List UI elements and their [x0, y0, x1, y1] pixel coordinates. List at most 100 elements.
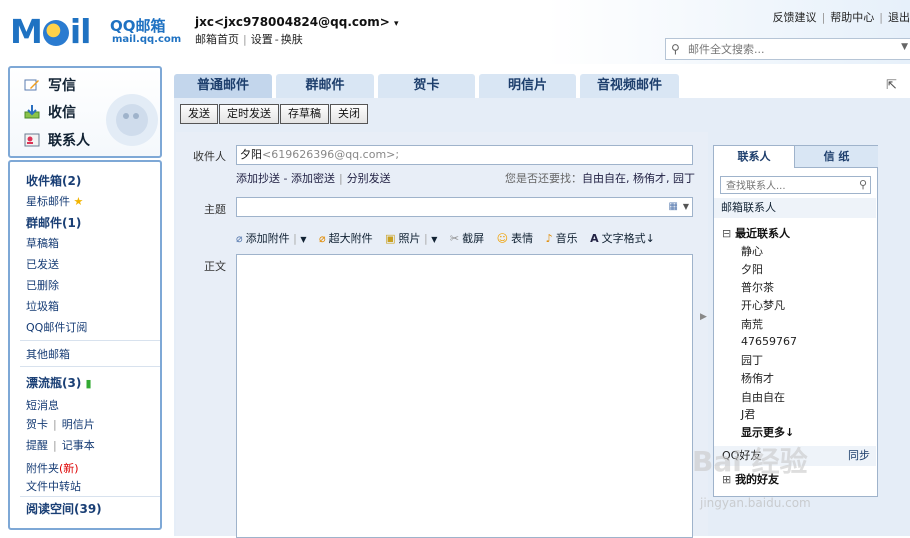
link-postcard[interactable]: 明信片: [62, 418, 95, 431]
quick-actions-panel: 写信 收信 联系人: [8, 66, 162, 158]
recipient-field[interactable]: 夕阳<619626396@qq.com>;: [236, 145, 693, 165]
chevron-down-icon[interactable]: ▼: [683, 202, 689, 211]
photo-button[interactable]: ▣ 照片 | ▼: [385, 232, 437, 245]
folder-inbox[interactable]: 收件箱(2): [26, 172, 81, 189]
tab-stationery[interactable]: 信 纸: [794, 146, 878, 168]
folder-other[interactable]: 其他邮箱: [26, 346, 70, 362]
add-cc-link[interactable]: 添加抄送: [236, 172, 280, 185]
mail-search-input[interactable]: [686, 39, 902, 59]
contact-item[interactable]: 杨侑才: [741, 370, 774, 386]
contact-item[interactable]: 自由自在: [741, 389, 785, 405]
tab-postcard[interactable]: 明信片: [479, 74, 576, 98]
body-editor[interactable]: [236, 254, 693, 538]
baidu-watermark-url: jingyan.baidu.com: [700, 496, 811, 510]
arrow-down-icon: ↓: [785, 426, 795, 439]
contact-item[interactable]: 夕阳: [741, 261, 763, 277]
tab-group-mail[interactable]: 群邮件: [276, 74, 374, 98]
recipient-options: 添加抄送 - 添加密送 | 分别发送: [236, 172, 391, 185]
link-settings[interactable]: 设置: [251, 33, 273, 46]
send-button[interactable]: 发送: [180, 104, 218, 124]
tab-card[interactable]: 贺卡: [378, 74, 475, 98]
photo-icon: ▣: [385, 232, 396, 245]
music-label: 音乐: [555, 232, 578, 245]
logo-title: QQ邮箱: [110, 17, 166, 35]
folder-starred[interactable]: 星标邮件 ★: [26, 193, 83, 209]
recipient-suggest: 您是否还要找：自由自在, 杨侑才, 园丁: [505, 170, 695, 186]
link-mail-home[interactable]: 邮箱首页: [195, 33, 239, 46]
write-mail-button[interactable]: 写信: [24, 75, 76, 95]
suggest-names[interactable]: 自由自在, 杨侑才, 园丁: [582, 172, 695, 185]
show-more-link[interactable]: 显示更多↓: [741, 424, 794, 440]
contacts-button[interactable]: 联系人: [24, 130, 90, 150]
qq-mail-logo[interactable]: Mil: [10, 12, 108, 51]
receive-mail-button[interactable]: 收信: [24, 102, 76, 122]
tab-av-mail[interactable]: 音视频邮件: [580, 74, 679, 98]
link-help[interactable]: 帮助中心: [830, 11, 874, 24]
folder-subscribe[interactable]: QQ邮件订阅: [26, 319, 87, 335]
contact-item[interactable]: J君: [741, 406, 755, 422]
link-card[interactable]: 贺卡: [26, 418, 48, 431]
photo-label: 照片: [398, 232, 421, 245]
folder-attach[interactable]: 附件夹(新): [26, 460, 79, 476]
qq-penguin-decoration: [102, 86, 158, 150]
text-format-button[interactable]: A 文字格式↓: [590, 232, 655, 245]
close-button[interactable]: 关闭: [330, 104, 368, 124]
subject-input[interactable]: ▦ ▼: [236, 197, 693, 217]
contact-search-input[interactable]: [724, 177, 858, 195]
folder-reading[interactable]: 阅读空间(39): [26, 500, 102, 517]
separate-send-link[interactable]: 分别发送: [347, 172, 391, 185]
screenshot-label: 截屏: [462, 232, 485, 245]
link-feedback[interactable]: 反馈建议: [773, 11, 817, 24]
large-attachment-button[interactable]: ⌀ 超大附件: [319, 232, 373, 245]
music-button[interactable]: ♪ 音乐: [546, 232, 578, 245]
contact-item[interactable]: 园丁: [741, 352, 763, 368]
recent-contacts-header[interactable]: ⊟ 最近联系人: [722, 225, 790, 241]
collapse-minus-icon: ⊟: [722, 227, 732, 240]
folder-group[interactable]: 群邮件(1): [26, 214, 81, 231]
contact-item[interactable]: 普尔茶: [741, 279, 774, 295]
link-logout[interactable]: 退出: [888, 11, 910, 24]
add-attachment-label: 添加附件: [245, 232, 290, 245]
logo-domain: mail.qq.com: [112, 34, 182, 45]
priority-icon[interactable]: ▦: [669, 201, 678, 212]
mailbox-contacts-label: 邮箱联系人: [721, 201, 776, 214]
folder-sent[interactable]: 已发送: [26, 256, 59, 272]
user-account[interactable]: jxc<jxc978004824@qq.com> ▾: [195, 15, 399, 29]
folder-bottle-label: 漂流瓶(3): [26, 376, 82, 390]
emoji-button[interactable]: ☺ 表情: [497, 232, 533, 245]
popout-icon[interactable]: ⇱: [886, 78, 897, 93]
tab-contacts[interactable]: 联系人: [714, 146, 794, 168]
folder-attach-label: 附件夹: [26, 462, 59, 475]
pencil-icon: [24, 78, 40, 92]
folder-drafts[interactable]: 草稿箱: [26, 235, 59, 251]
folder-bottle[interactable]: 漂流瓶(3) ▮: [26, 374, 92, 391]
folder-spam[interactable]: 垃圾箱: [26, 298, 59, 314]
contact-item[interactable]: 开心梦凡: [741, 297, 785, 313]
screenshot-button[interactable]: ✂ 截屏: [450, 232, 484, 245]
arrow-down-icon: ↓: [645, 232, 655, 245]
collapse-arrow-icon[interactable]: ▶: [700, 312, 707, 322]
folder-sms[interactable]: 短消息: [26, 397, 59, 413]
add-bcc-link[interactable]: 添加密送: [291, 172, 335, 185]
chevron-down-icon[interactable]: ▼: [901, 42, 908, 52]
add-attachment-button[interactable]: ⌀ 添加附件 | ▼: [236, 232, 307, 245]
mailbox-contacts-header[interactable]: 邮箱联系人: [714, 198, 876, 218]
bottle-icon: ▮: [85, 377, 92, 390]
folder-starred-label: 星标邮件: [26, 195, 70, 208]
search-icon[interactable]: ⚲: [859, 178, 867, 191]
scheduled-send-button[interactable]: 定时发送: [219, 104, 279, 124]
contact-item[interactable]: 静心: [741, 243, 763, 259]
divider: [20, 496, 160, 497]
folder-transfer[interactable]: 文件中转站: [26, 478, 81, 494]
tab-normal-mail[interactable]: 普通邮件: [174, 74, 272, 98]
link-remind[interactable]: 提醒: [26, 439, 48, 452]
link-notes[interactable]: 记事本: [62, 439, 95, 452]
new-badge: (新): [59, 462, 79, 475]
link-skin[interactable]: 换肤: [281, 33, 303, 46]
save-draft-button[interactable]: 存草稿: [280, 104, 329, 124]
sync-link[interactable]: 同步: [848, 446, 870, 466]
contact-item[interactable]: 南荒: [741, 316, 763, 332]
contact-item[interactable]: 47659767: [741, 335, 797, 348]
text-format-icon: A: [590, 232, 599, 245]
folder-deleted[interactable]: 已删除: [26, 277, 59, 293]
